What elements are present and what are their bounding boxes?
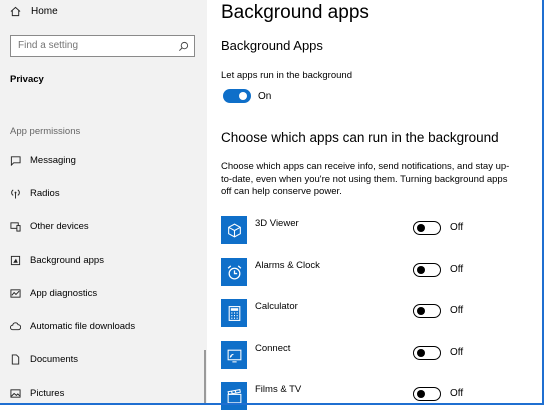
window-frame — [0, 0, 544, 405]
